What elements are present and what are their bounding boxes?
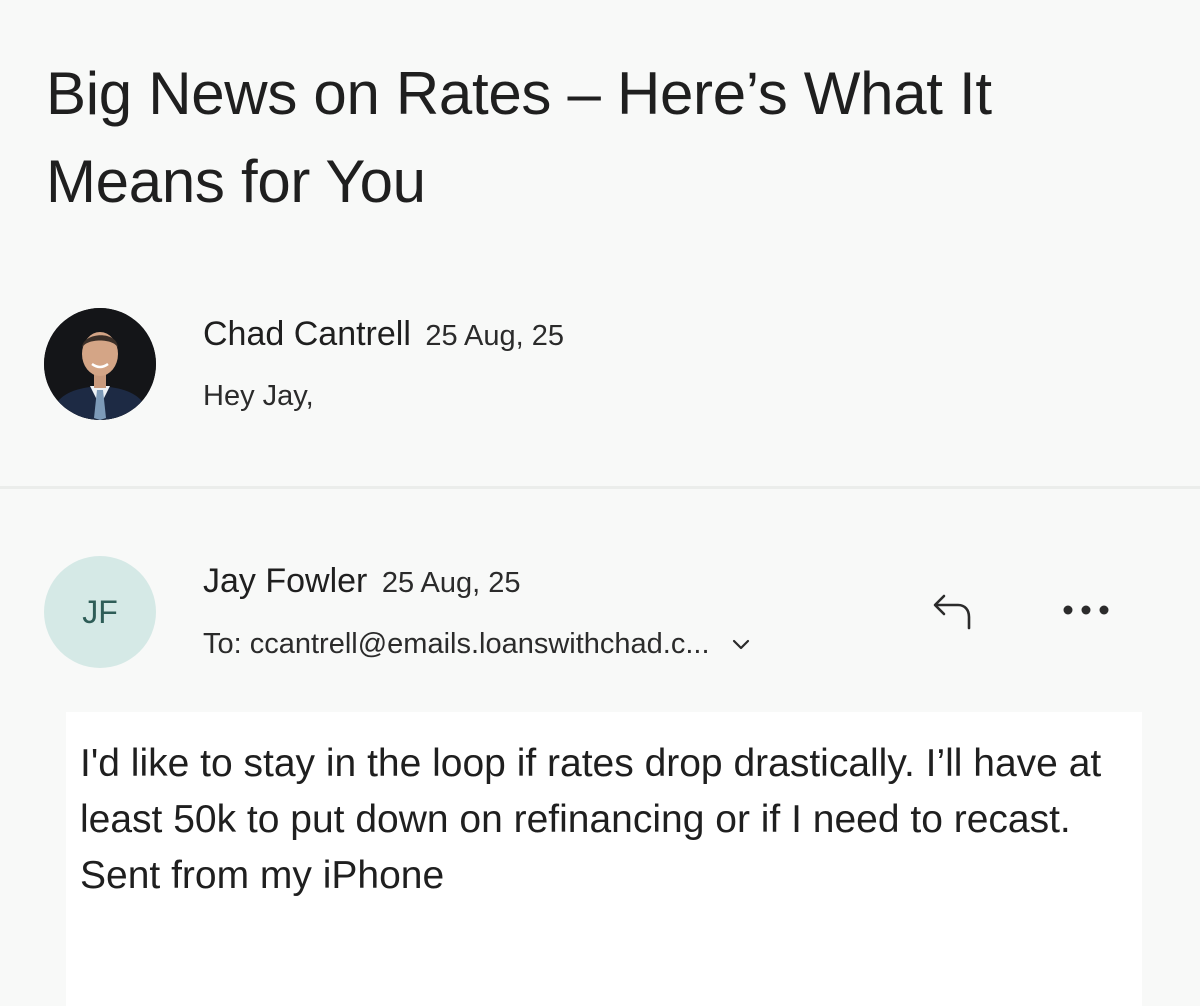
message-body: I'd like to stay in the loop if rates dr… [66,712,1142,1006]
message-date: 25 Aug, 25 [381,567,521,599]
message-expanded: JF Jay Fowler 25 Aug, 25 To: ccantrell@e… [0,540,1200,1006]
message-paragraph: I'd like to stay in the loop if rates dr… [80,742,1102,841]
email-subject: Big News on Rates – Here’s What It Means… [46,60,992,215]
sender-line: Chad Cantrell 25 Aug, 25 [203,315,564,354]
more-options-icon [1063,605,1109,615]
message-collapsed[interactable]: Chad Cantrell 25 Aug, 25 Hey Jay, [0,300,1200,486]
message-date: 25 Aug, 25 [425,320,565,352]
message-signature: Sent from my iPhone [80,854,445,897]
message-body-text: I'd like to stay in the loop if rates dr… [80,736,1130,904]
recipient-details[interactable]: To: ccantrell@emails.loanswithchad.c... [203,628,750,661]
chevron-down-icon[interactable] [732,626,750,659]
more-options-button[interactable] [1058,592,1114,628]
sender-name: Chad Cantrell [203,315,411,353]
sender-line: Jay Fowler 25 Aug, 25 [203,562,521,601]
message-divider [0,486,1200,489]
message-snippet: Hey Jay, [203,380,314,412]
reply-icon [933,594,971,630]
recipient-text: To: ccantrell@emails.loanswithchad.c... [203,628,710,660]
sender-avatar-initials[interactable]: JF [44,556,156,668]
reply-button[interactable] [928,588,976,636]
sender-avatar[interactable] [44,308,156,420]
sender-name: Jay Fowler [203,562,368,600]
